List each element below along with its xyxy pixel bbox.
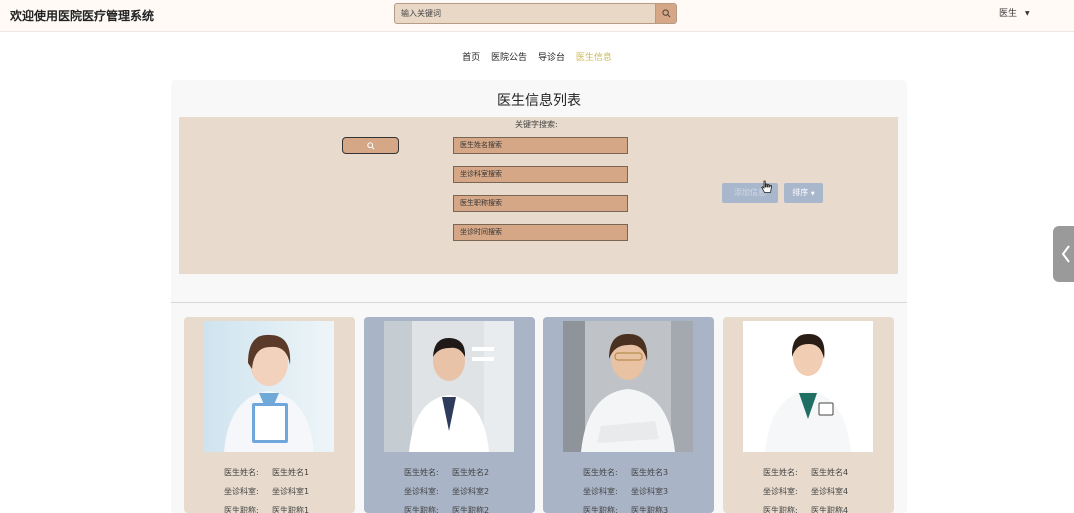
field-label: 医生职称:: [404, 506, 439, 513]
doctor-title-row: 医生职称: 医生职称1: [184, 505, 355, 513]
filter-area: 关键字搜索: 医生姓名搜索 坐诊科室搜索 医生职称搜索 坐诊时间搜索 添加信息 …: [179, 117, 898, 274]
sort-button[interactable]: 排序 ▼: [784, 183, 823, 203]
field-label: 医生姓名:: [583, 468, 618, 477]
doctor-department: 坐诊科室4: [811, 487, 849, 496]
doctor-dept-row: 坐诊科室: 坐诊科室3: [543, 486, 714, 505]
doctor-name-row: 医生姓名: 医生姓名4: [723, 467, 894, 486]
section-divider: [171, 302, 907, 303]
field-label: 医生姓名:: [224, 468, 259, 477]
doctor-card-info: 医生姓名: 医生姓名2 坐诊科室: 坐诊科室2 医生职称: 医生职称2: [364, 467, 535, 513]
search-icon: [366, 141, 375, 150]
caret-down-icon: ▼: [1025, 10, 1030, 17]
user-menu[interactable]: 医生 ▼: [999, 6, 1030, 19]
header-search-button[interactable]: [655, 4, 676, 23]
doctor-department: 坐诊科室2: [452, 487, 490, 496]
field-label: 坐诊科室:: [404, 487, 439, 496]
field-label: 医生职称:: [583, 506, 618, 513]
header-search-input[interactable]: [395, 4, 655, 23]
doctor-title-row: 医生职称: 医生职称4: [723, 505, 894, 513]
doctor-title: 医生职称3: [631, 506, 669, 513]
top-header: 欢迎使用医院医疗管理系统 医生 ▼: [0, 0, 1074, 32]
nav-item-announcements[interactable]: 医院公告: [491, 50, 527, 63]
doctor-dept-row: 坐诊科室: 坐诊科室1: [184, 486, 355, 505]
main-nav: 首页 医院公告 导诊台 医生信息: [0, 50, 1074, 63]
doctor-photo: [743, 321, 873, 452]
department-search-input[interactable]: 坐诊科室搜索: [453, 166, 628, 183]
filter-search-button[interactable]: [342, 137, 399, 154]
doctor-card-info: 医生姓名: 医生姓名4 坐诊科室: 坐诊科室4 医生职称: 医生职称4: [723, 467, 894, 513]
doctor-dept-row: 坐诊科室: 坐诊科室4: [723, 486, 894, 505]
doctor-photo: [563, 321, 693, 452]
caret-down-icon: ▼: [810, 191, 815, 197]
doctor-name-search-input[interactable]: 医生姓名搜索: [453, 137, 628, 154]
doctor-card-info: 医生姓名: 医生姓名1 坐诊科室: 坐诊科室1 医生职称: 医生职称1: [184, 467, 355, 513]
sort-button-label: 排序: [792, 188, 809, 197]
filter-heading: 关键字搜索:: [515, 120, 558, 129]
chevron-left-icon: [1061, 245, 1070, 263]
nav-item-guide[interactable]: 导诊台: [538, 50, 565, 63]
doctor-name: 医生姓名4: [811, 468, 849, 477]
side-drawer-toggle[interactable]: [1053, 226, 1074, 282]
doctor-department: 坐诊科室1: [272, 487, 310, 496]
field-label: 医生姓名:: [763, 468, 798, 477]
doctor-photo: [384, 321, 514, 452]
header-search: [394, 3, 677, 24]
field-label: 医生职称:: [763, 506, 798, 513]
doctor-card[interactable]: 医生姓名: 医生姓名2 坐诊科室: 坐诊科室2 医生职称: 医生职称2: [364, 317, 535, 513]
doctor-card[interactable]: 医生姓名: 医生姓名1 坐诊科室: 坐诊科室1 医生职称: 医生职称1: [184, 317, 355, 513]
field-label: 医生职称:: [224, 506, 259, 513]
doctor-title-row: 医生职称: 医生职称3: [543, 505, 714, 513]
search-icon: [661, 9, 670, 18]
doctor-title-row: 医生职称: 医生职称2: [364, 505, 535, 513]
doctor-title: 医生职称1: [272, 506, 310, 513]
doctor-name-row: 医生姓名: 医生姓名2: [364, 467, 535, 486]
field-label: 坐诊科室:: [763, 487, 798, 496]
site-title: 欢迎使用医院医疗管理系统: [10, 9, 155, 23]
doctor-department: 坐诊科室3: [631, 487, 669, 496]
doctor-card[interactable]: 医生姓名: 医生姓名3 坐诊科室: 坐诊科室3 医生职称: 医生职称3: [543, 317, 714, 513]
doctor-name: 医生姓名3: [631, 468, 669, 477]
hand-cursor-icon: [761, 180, 772, 193]
doctor-dept-row: 坐诊科室: 坐诊科室2: [364, 486, 535, 505]
doctor-title: 医生职称2: [452, 506, 490, 513]
field-label: 坐诊科室:: [224, 487, 259, 496]
doctor-name: 医生姓名1: [272, 468, 310, 477]
doctor-card[interactable]: 医生姓名: 医生姓名4 坐诊科室: 坐诊科室4 医生职称: 医生职称4: [723, 317, 894, 513]
field-label: 坐诊科室:: [583, 487, 618, 496]
doctor-title-search-input[interactable]: 医生职称搜索: [453, 195, 628, 212]
doctor-title: 医生职称4: [811, 506, 849, 513]
field-label: 医生姓名:: [404, 468, 439, 477]
page-title: 医生信息列表: [497, 93, 581, 109]
doctor-name: 医生姓名2: [452, 468, 490, 477]
schedule-search-input[interactable]: 坐诊时间搜索: [453, 224, 628, 241]
doctor-photo: [204, 321, 334, 452]
user-menu-label: 医生: [999, 9, 1018, 19]
doctor-card-info: 医生姓名: 医生姓名3 坐诊科室: 坐诊科室3 医生职称: 医生职称3: [543, 467, 714, 513]
doctor-name-row: 医生姓名: 医生姓名1: [184, 467, 355, 486]
doctor-name-row: 医生姓名: 医生姓名3: [543, 467, 714, 486]
nav-item-home[interactable]: 首页: [462, 50, 480, 63]
nav-item-doctor-info[interactable]: 医生信息: [576, 50, 612, 63]
